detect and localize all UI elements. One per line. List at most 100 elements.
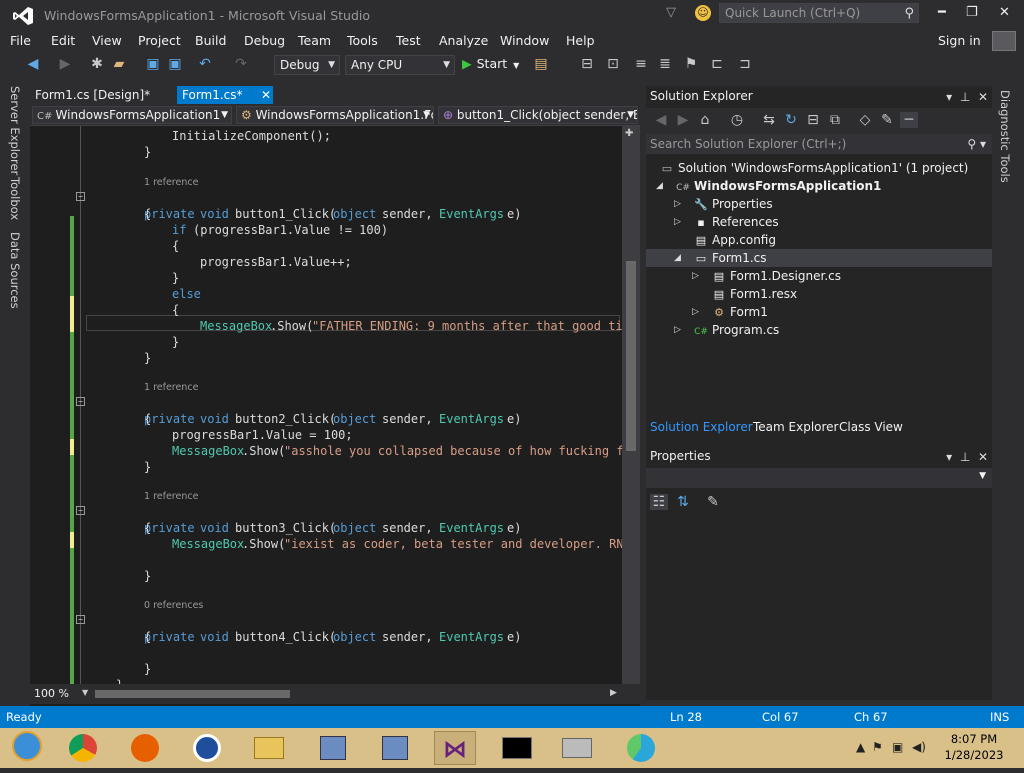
toolbox-tab[interactable]: Toolbox [8,177,22,220]
home-icon[interactable]: ⌂ [696,112,714,128]
action-center-flag-icon[interactable]: ⚑ [872,740,883,754]
member-dropdown[interactable]: ⊕ button1_Click(object sender, E ▼ [438,106,638,124]
close-icon[interactable]: ✕ [978,450,988,464]
campaign-logo-icon[interactable] [186,731,228,765]
property-pages-icon[interactable]: ✎ [704,494,722,510]
alphabetical-icon[interactable]: ⇅ [674,494,692,510]
sign-in-link[interactable]: Sign in [938,33,981,48]
diagnostic-tools-tab[interactable]: Diagnostic Tools [998,90,1012,183]
expanded-icon[interactable]: ◢ [674,249,681,267]
preview-icon[interactable]: ─ [900,112,918,128]
bookmark-icon[interactable]: ⚑ [682,56,700,72]
code-area[interactable]: InitializeComponent(); } 1 reference − p… [30,126,622,686]
tree-item-form1-cs[interactable]: ◢ ▭ Form1.cs [674,249,767,267]
undo-icon[interactable]: ↶ [196,56,214,72]
keyboard-app-icon[interactable] [556,731,598,765]
pin-icon[interactable]: ⊥ [960,450,970,464]
start-button[interactable]: ▶ Start ▼ [462,56,519,71]
collapse-icon[interactable]: − [76,192,85,201]
tree-item-form1-resx[interactable]: ▤ Form1.resx [712,285,797,303]
collapse-icon[interactable]: − [76,615,85,624]
pending-changes-icon[interactable]: ◷ [728,112,746,128]
menu-file[interactable]: File [10,33,31,48]
horizontal-scrollbar[interactable]: 100 % ▼ ▶ [30,684,640,704]
tree-item-form1-designer[interactable]: ▷ ▤ Form1.Designer.cs [692,267,841,285]
navigate-forward-icon[interactable]: ▶ [56,56,74,72]
dropdown-icon[interactable]: ▾ [946,450,952,464]
properties-wrench-icon[interactable]: ✎ [878,112,896,128]
setup-app-icon[interactable] [312,731,354,765]
menu-help[interactable]: Help [566,33,595,48]
scroll-right-icon[interactable]: ▶ [610,688,617,698]
save-icon[interactable]: ▣ [144,56,162,72]
navigate-back-icon[interactable]: ◀ [24,56,42,72]
collapsed-icon[interactable]: ▷ [674,213,681,231]
code-lens-references[interactable]: 1 reference [144,382,198,393]
minimize-button[interactable]: ━ [938,5,946,20]
avatar[interactable] [992,31,1016,51]
show-hidden-icons[interactable]: ▲ [856,740,865,754]
close-icon[interactable]: ✕ [261,86,271,104]
tab-solution-explorer[interactable]: Solution Explorer [650,420,753,434]
data-sources-tab[interactable]: Data Sources [8,232,22,309]
save-all-icon[interactable]: ▣ [166,56,184,72]
visual-studio-taskbar-icon[interactable]: ⋈ [434,731,476,765]
scroll-thumb[interactable] [626,261,636,451]
tree-item-project[interactable]: ◢ C# WindowsFormsApplication1 [656,177,881,195]
feedback-smiley-icon[interactable]: ☺ [695,5,711,21]
new-project-icon[interactable]: ✱ [88,56,106,72]
chevron-down-icon[interactable]: ▼ [82,688,88,697]
command-prompt-icon[interactable] [496,731,538,765]
split-icon[interactable]: ✚ [625,128,633,139]
tree-item-program-cs[interactable]: ▷ C# Program.cs [674,321,779,339]
tab-form1-design[interactable]: Form1.cs [Design]* [30,86,155,104]
server-explorer-tab[interactable]: Server Explorer [8,86,22,175]
collapse-all-icon[interactable]: ⊟ [804,112,822,128]
open-file-icon[interactable]: ▰ [110,56,128,72]
collapse-icon[interactable]: − [76,397,85,406]
code-lens-references[interactable]: 1 reference [144,491,198,502]
comment-lines-icon[interactable]: ≡ [632,56,650,72]
close-icon[interactable]: ✕ [978,90,988,104]
dropdown-icon[interactable]: ▾ [946,90,952,104]
tab-team-explorer[interactable]: Team Explorer [753,420,839,434]
prev-bookmark-icon[interactable]: ⊏ [708,56,726,72]
setup-app-icon[interactable] [374,731,416,765]
network-icon[interactable]: ▣ [892,740,903,754]
find-in-files-icon[interactable]: ▤ [532,56,550,72]
menu-debug[interactable]: Debug [244,33,285,48]
restore-button[interactable]: ❐ [966,5,978,20]
view-code-icon[interactable]: ◇ [856,112,874,128]
categorized-icon[interactable]: ☷ [650,494,668,510]
pin-icon[interactable]: ⊥ [960,90,970,104]
collapsed-icon[interactable]: ▷ [692,303,699,321]
edge-icon[interactable] [620,731,662,765]
menu-test[interactable]: Test [396,33,421,48]
quick-launch-input[interactable]: Quick Launch (Ctrl+Q) ⚲ [719,3,919,23]
tree-item-form1-class[interactable]: ▷ ⚙ Form1 [692,303,768,321]
redo-icon[interactable]: ↷ [232,56,250,72]
tab-class-view[interactable]: Class View [839,420,903,434]
firefox-icon[interactable] [124,731,166,765]
menu-build[interactable]: Build [195,33,226,48]
object-selector[interactable]: ▼ [646,468,992,488]
menu-analyze[interactable]: Analyze [439,33,488,48]
collapsed-icon[interactable]: ▷ [692,267,699,285]
step-icon[interactable]: ⊡ [604,56,622,72]
scroll-thumb[interactable] [95,690,290,698]
tree-item-app-config[interactable]: ▤ App.config [694,231,776,249]
menu-edit[interactable]: Edit [51,33,75,48]
menu-tools[interactable]: Tools [347,33,378,48]
code-editor[interactable]: C# WindowsFormsApplication1 ▼ ⚙ WindowsFo… [30,104,640,706]
tree-item-properties[interactable]: ▷ 🔧 Properties [674,195,773,213]
back-icon[interactable]: ◀ [652,112,670,128]
taskbar-clock[interactable]: 8:07 PM 1/28/2023 [934,731,1014,763]
collapsed-icon[interactable]: ▷ [674,195,681,213]
vertical-scrollbar[interactable]: ✚ [622,126,640,686]
close-window-button[interactable]: ✕ [999,5,1010,20]
project-dropdown[interactable]: C# WindowsFormsApplication1 ▼ [32,106,232,124]
solution-configuration-select[interactable]: Debug ▼ [274,55,340,75]
show-all-files-icon[interactable]: ⧉ [826,112,844,128]
menu-project[interactable]: Project [138,33,181,48]
start-orb-icon[interactable] [6,731,48,765]
